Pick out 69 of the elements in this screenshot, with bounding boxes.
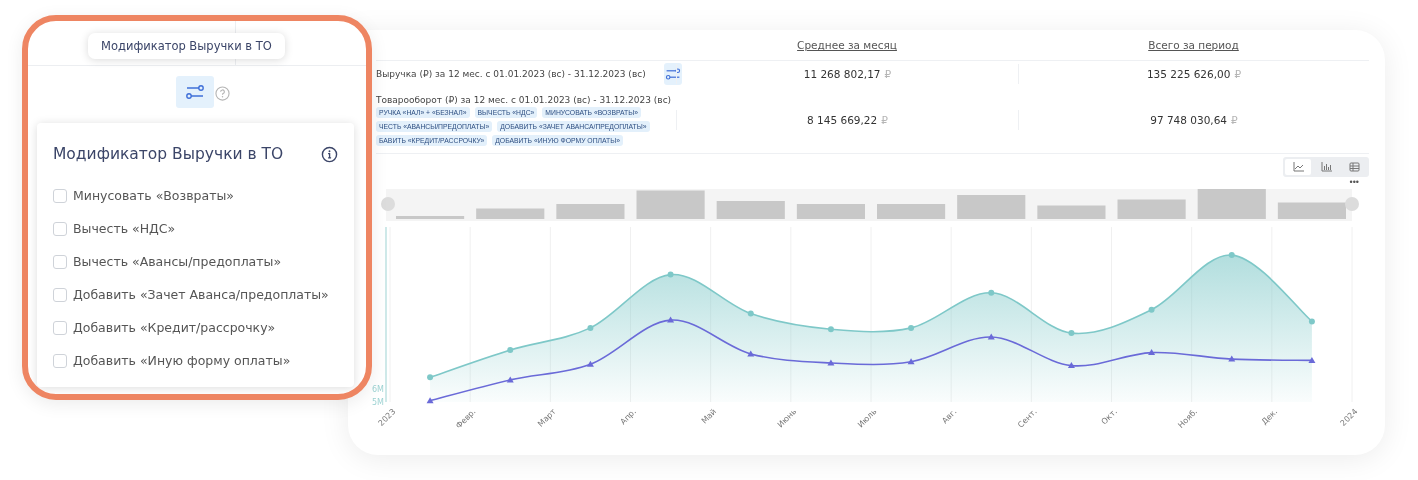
data-point xyxy=(827,359,835,366)
range-navigator[interactable] xyxy=(386,189,1352,221)
bar-chart-icon xyxy=(1320,162,1332,172)
info-icon[interactable] xyxy=(321,145,338,163)
data-point xyxy=(747,310,754,317)
column-header[interactable]: Всего за период xyxy=(1148,39,1239,51)
help-icon[interactable] xyxy=(215,86,230,101)
option-label[interactable]: Вычесть «Авансы/предоплаты» xyxy=(73,254,282,269)
data-point xyxy=(427,374,434,381)
tooltip: Модификатор Выручки в ТО xyxy=(88,33,285,59)
x-axis-label: Апр. xyxy=(618,407,638,427)
checkbox[interactable] xyxy=(53,320,67,335)
data-point xyxy=(667,271,674,278)
checkbox[interactable] xyxy=(53,221,67,236)
sliders-icon xyxy=(663,66,682,82)
option-label[interactable]: Вычесть «НДС» xyxy=(73,221,176,236)
range-handle[interactable] xyxy=(1345,197,1359,211)
total-value: 135 225 626,00 xyxy=(1146,68,1231,80)
dropdown-title: Модификатор Выручки в ТО xyxy=(53,145,284,163)
row-label: Выручка (₽) за 12 мес. с 01.01.2023 (вс) - 31.12.2023 (вс) xyxy=(376,69,646,79)
data-point xyxy=(1148,306,1155,313)
table-icon xyxy=(1348,162,1360,172)
data-point xyxy=(1148,349,1156,356)
data-point xyxy=(987,333,995,340)
data-point xyxy=(1067,362,1075,369)
filter-button[interactable] xyxy=(176,76,214,108)
data-point xyxy=(1308,318,1315,325)
currency-sign: ₽ xyxy=(881,114,888,126)
data-point xyxy=(988,289,995,296)
x-axis-label: Окт. xyxy=(1099,407,1119,427)
more-menu[interactable]: ••• xyxy=(1349,177,1359,187)
data-point xyxy=(426,397,434,404)
average-value: 11 268 802,17 xyxy=(803,68,881,80)
column-header[interactable]: Среднее за месяц xyxy=(797,39,897,51)
data-point xyxy=(667,316,675,323)
data-point xyxy=(827,326,834,333)
currency-sign: ₽ xyxy=(1231,114,1238,126)
total-value: 97 748 030,64 xyxy=(1150,114,1228,126)
option-label[interactable]: Добавить «Иную форму оплаты» xyxy=(73,353,291,368)
option-label[interactable]: Минусовать «Возвраты» xyxy=(73,188,234,203)
data-point xyxy=(1068,330,1075,337)
data-point xyxy=(1228,355,1236,362)
x-axis-label: Авг. xyxy=(940,407,959,426)
currency-sign: ₽ xyxy=(1234,68,1242,80)
data-point xyxy=(506,376,514,383)
data-point xyxy=(507,347,514,353)
checkbox[interactable] xyxy=(53,188,67,203)
line-chart-icon xyxy=(1292,162,1304,172)
sliders-icon xyxy=(183,82,207,102)
currency-sign: ₽ xyxy=(884,68,892,80)
data-point xyxy=(747,350,755,357)
data-point xyxy=(1308,356,1316,363)
data-point xyxy=(1228,252,1235,259)
filter-button[interactable] xyxy=(663,63,682,85)
option-label[interactable]: Добавить «Кредит/рассрочку» xyxy=(73,320,276,335)
view-tab[interactable] xyxy=(1285,159,1311,175)
data-point xyxy=(587,324,594,331)
data-point xyxy=(907,358,915,365)
average-value: 8 145 669,22 xyxy=(807,114,878,126)
checkbox[interactable] xyxy=(53,287,67,302)
data-point xyxy=(586,360,594,367)
data-point xyxy=(908,324,915,331)
checkbox[interactable] xyxy=(53,254,67,269)
option-label[interactable]: Добавить «Зачет Аванса/предоплаты» xyxy=(73,287,329,302)
y-axis-label: 5M xyxy=(372,398,384,407)
row-label: Товарооборот (₽) за 12 мес. с 01.01.2023 (вс) - 31.12.2023 (вс) xyxy=(376,94,672,105)
checkbox[interactable] xyxy=(53,353,67,368)
y-axis-label: 6M xyxy=(372,385,384,394)
range-handle[interactable] xyxy=(381,197,395,211)
